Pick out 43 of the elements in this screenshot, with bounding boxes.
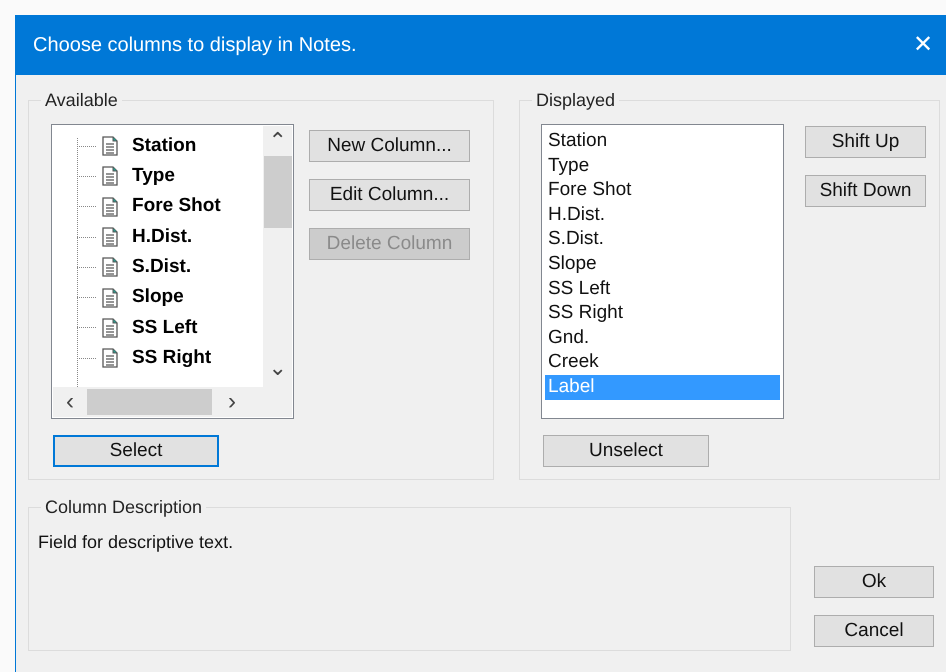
close-button[interactable]: ✕ xyxy=(913,33,933,57)
tree-item[interactable]: H.Dist. xyxy=(132,222,192,252)
scroll-up-button[interactable]: ⌃ xyxy=(268,126,286,156)
dialog-button[interactable]: Cancel xyxy=(814,615,934,647)
tree-item[interactable]: SS Right xyxy=(132,344,212,372)
vertical-scrollbar[interactable]: ⌃ ⌄ xyxy=(263,126,292,387)
list-item[interactable]: SS Left xyxy=(545,276,780,302)
shift-button[interactable]: Shift Down xyxy=(805,175,926,207)
list-item[interactable]: H.Dist. xyxy=(545,202,780,228)
document-icon xyxy=(102,257,118,278)
window-title: Choose columns to display in Notes. xyxy=(33,33,356,58)
list-item[interactable]: Station xyxy=(545,129,780,154)
unselect-button[interactable]: Unselect xyxy=(543,435,709,467)
document-icon xyxy=(102,227,118,248)
list-item[interactable]: Fore Shot xyxy=(545,178,780,203)
list-item[interactable]: Type xyxy=(545,154,780,178)
document-icon xyxy=(102,196,118,217)
list-item[interactable]: SS Right xyxy=(545,301,780,326)
document-icon xyxy=(102,348,118,368)
horizontal-scrollbar[interactable]: ‹ › xyxy=(53,387,292,417)
document-icon xyxy=(102,318,118,338)
scroll-left-button[interactable]: ‹ xyxy=(53,390,87,414)
tree-item[interactable]: Type xyxy=(132,162,175,191)
column-button[interactable]: Edit Column... xyxy=(309,179,470,211)
list-item[interactable]: Slope xyxy=(545,252,780,277)
document-icon xyxy=(102,136,118,156)
dialog-button[interactable]: Ok xyxy=(814,566,934,598)
document-icon xyxy=(102,288,118,308)
list-item[interactable]: S.Dist. xyxy=(545,227,780,252)
column-button[interactable]: New Column... xyxy=(309,130,470,162)
list-item[interactable]: Creek xyxy=(545,350,780,375)
document-icon xyxy=(102,166,118,186)
scroll-down-button[interactable]: ⌄ xyxy=(268,357,286,387)
select-button[interactable]: Select xyxy=(53,435,219,467)
tree-item[interactable]: S.Dist. xyxy=(132,253,192,282)
tree-item[interactable]: Slope xyxy=(132,283,184,312)
list-item[interactable]: Gnd. xyxy=(545,326,780,350)
tree-item[interactable]: SS Left xyxy=(132,314,198,342)
tree-item[interactable]: Fore Shot xyxy=(132,192,221,221)
scroll-right-button[interactable]: › xyxy=(212,390,252,414)
description-text: Field for descriptive text. xyxy=(38,531,234,554)
shift-button[interactable]: Shift Up xyxy=(805,126,926,158)
tree-item[interactable]: Station xyxy=(132,132,196,160)
